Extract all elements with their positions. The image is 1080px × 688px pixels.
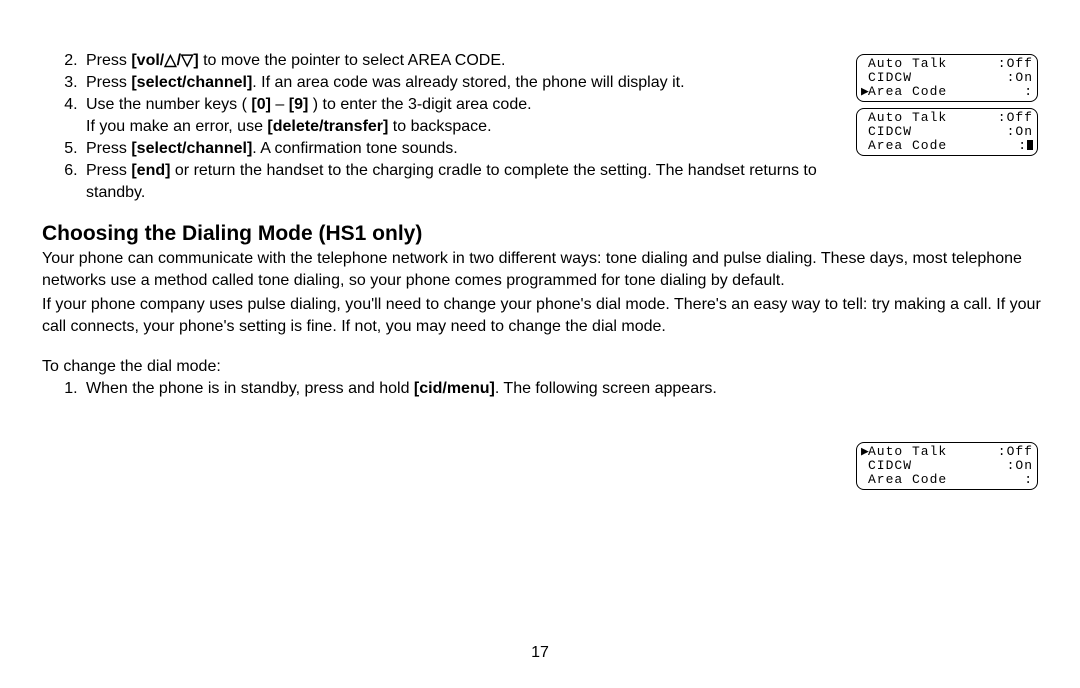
bold-key: [end] (131, 162, 170, 179)
step-text: to move the pointer to select AREA CODE. (199, 52, 506, 69)
lcd-row: Area Code: (861, 139, 1033, 153)
lcd-row: CIDCW :On (861, 71, 1033, 85)
body-paragraph: To change the dial mode: (42, 356, 852, 378)
step-text: . A confirmation tone sounds. (252, 140, 457, 157)
lcd-text: Auto Talk (868, 110, 947, 125)
step-text: . If an area code was already stored, th… (252, 74, 684, 91)
lcd-value: :On (1007, 459, 1033, 473)
step-text: to backspace. (388, 118, 491, 135)
step-item: Press [select/channel]. If an area code … (82, 72, 852, 94)
body-paragraph: Your phone can communicate with the tele… (42, 248, 1042, 292)
bold-key: [select/channel] (131, 74, 252, 91)
step-text: Press (86, 162, 131, 179)
lcd-screen-3: ▶Auto Talk :Off CIDCW :On Area Code: (856, 442, 1038, 490)
step-text: Press (86, 52, 131, 69)
section-heading: Choosing the Dialing Mode (HS1 only) (42, 222, 852, 246)
bold-key: [0] (251, 96, 271, 113)
step-item: Use the number keys ( [0] – [9] ) to ent… (82, 94, 852, 138)
bold-key: [delete/transfer] (267, 118, 388, 135)
lcd-value: : (1018, 139, 1033, 153)
step-text: ) to enter the 3-digit area code. (308, 96, 531, 113)
lcd-text: CIDCW (868, 458, 912, 473)
step-item: Press [end] or return the handset to the… (82, 160, 852, 204)
bold-key: [cid/menu] (414, 380, 495, 397)
lcd-value: :Off (998, 111, 1033, 125)
step-text: When the phone is in standby, press and … (86, 380, 414, 397)
lcd-text: CIDCW (868, 70, 912, 85)
pointer-icon: ▶ (861, 445, 868, 459)
lcd-text: Area Code (868, 84, 947, 99)
step-text: Press (86, 140, 131, 157)
pointer-icon: ▶ (861, 85, 868, 99)
lcd-screen-2: Auto Talk :Off CIDCW :On Area Code: (856, 108, 1038, 156)
bold-key: [vol/△/▽] (131, 52, 198, 69)
step-text: If you make an error, use (86, 118, 267, 135)
body-paragraph: If your phone company uses pulse dialing… (42, 294, 1042, 338)
lcd-value: :On (1007, 125, 1033, 139)
pointer-icon (861, 57, 868, 71)
step-text: Press (86, 74, 131, 91)
lcd-row: Auto Talk :Off (861, 57, 1033, 71)
page-number: 17 (0, 644, 1080, 662)
lcd-text: Auto Talk (868, 444, 947, 459)
step-text: – (271, 96, 289, 113)
bold-key: [select/channel] (131, 140, 252, 157)
lcd-value: : (1024, 85, 1033, 99)
pointer-icon (861, 125, 868, 139)
lcd-value: :Off (998, 445, 1033, 459)
lcd-value: : (1024, 473, 1033, 487)
bell-up-icon: △ (164, 52, 176, 69)
page: Auto Talk:Off CIDCW:On ▶Area Code: Auto … (0, 0, 1080, 688)
step-text: Use the number keys ( (86, 96, 251, 113)
lcd-text: Area Code (868, 472, 947, 487)
lcd-value: :On (1007, 71, 1033, 85)
lcd-text: Auto Talk (868, 56, 947, 71)
steps-list-bottom: When the phone is in standby, press and … (42, 378, 852, 400)
pointer-icon (861, 473, 868, 487)
lcd-screen-1: Auto Talk :Off CIDCW :On ▶Area Code: (856, 54, 1038, 102)
main-content: Press [vol/△/▽] to move the pointer to s… (42, 50, 852, 408)
steps-list-top: Press [vol/△/▽] to move the pointer to s… (42, 50, 852, 204)
pointer-icon (861, 459, 868, 473)
lcd-row: Auto Talk :Off (861, 111, 1033, 125)
lcd-row: ▶Area Code: (861, 85, 1033, 99)
step-text: . The following screen appears. (495, 380, 717, 397)
chevron-down-icon: ▽ (181, 52, 193, 69)
lcd-screens-top: Auto Talk:Off CIDCW:On ▶Area Code: Auto … (856, 54, 1038, 162)
step-item: Press [select/channel]. A confirmation t… (82, 138, 852, 160)
lcd-row: ▶Auto Talk :Off (861, 445, 1033, 459)
step-text: or return the handset to the charging cr… (86, 162, 817, 201)
lcd-screens-bottom: ▶Auto Talk :Off CIDCW :On Area Code: (856, 442, 1038, 496)
cursor-icon (1027, 140, 1033, 150)
pointer-icon (861, 111, 868, 125)
lcd-text: Area Code (868, 138, 947, 153)
bold-key: [9] (289, 96, 309, 113)
pointer-icon (861, 139, 868, 153)
lcd-value: :Off (998, 57, 1033, 71)
lcd-row: CIDCW :On (861, 125, 1033, 139)
step-item: When the phone is in standby, press and … (82, 378, 852, 400)
lcd-text: CIDCW (868, 124, 912, 139)
lcd-row: Area Code: (861, 473, 1033, 487)
pointer-icon (861, 71, 868, 85)
lcd-row: CIDCW :On (861, 459, 1033, 473)
step-item: Press [vol/△/▽] to move the pointer to s… (82, 50, 852, 72)
